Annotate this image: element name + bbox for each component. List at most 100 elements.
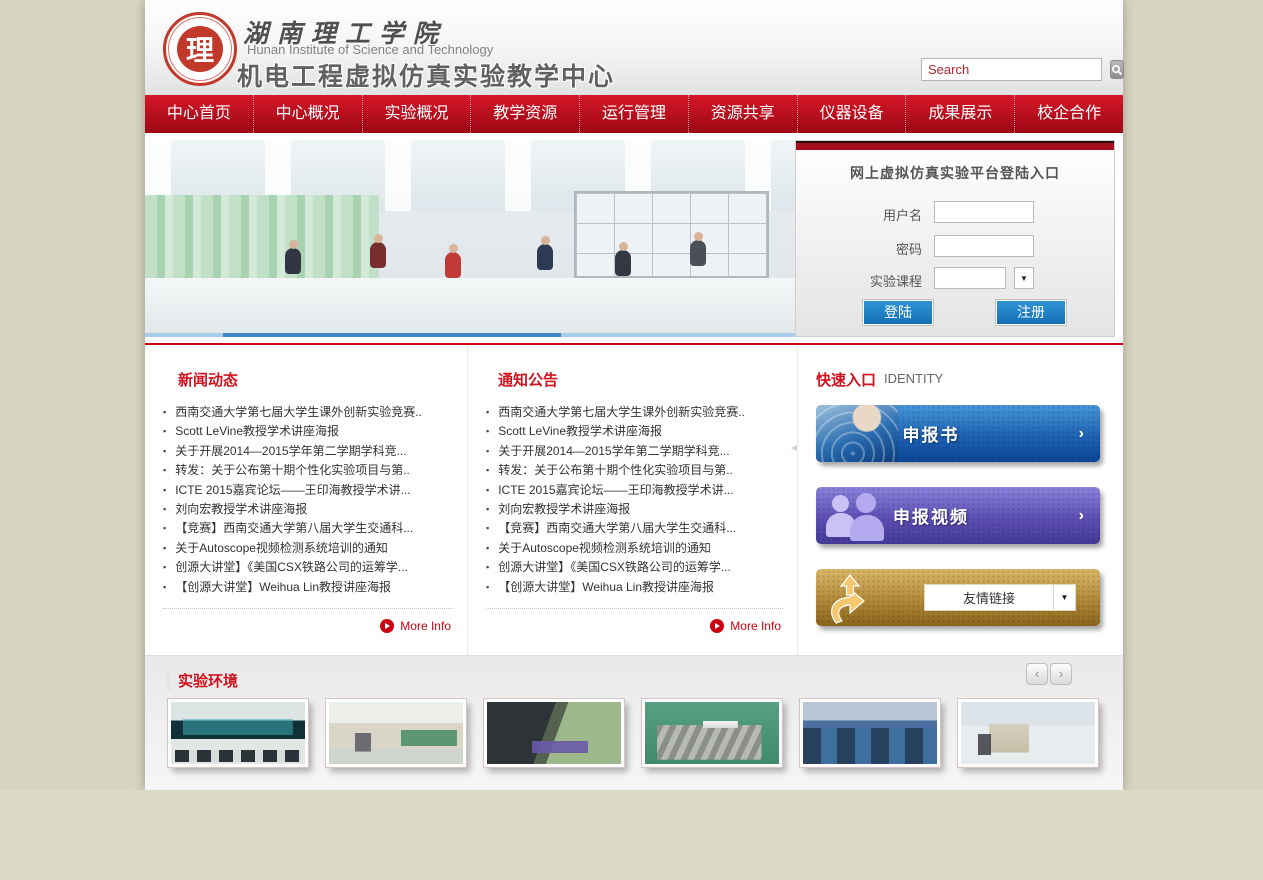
header: 理 湖南理工学院 Hunan Institute of Science and …: [145, 0, 1123, 95]
dotted-divider: [486, 608, 783, 609]
lab-cabinet-image: [574, 191, 769, 278]
news-more-link[interactable]: More Info: [380, 619, 451, 633]
notice-item[interactable]: 关于开展2014—2015学年第二学期学科竞...: [486, 442, 789, 461]
notices-section: 通知公告 西南交通大学第七届大学生课外创新实验竞赛.. Scott LeVine…: [467, 345, 797, 655]
person-figure: [690, 240, 706, 266]
person-figure: [285, 248, 301, 274]
notice-item[interactable]: ICTE 2015嘉宾论坛——王印海教授学术讲...: [486, 481, 789, 500]
more-info-label: More Info: [400, 619, 451, 633]
news-item[interactable]: 创源大讲堂】《美国CSX铁路公司的运筹学...: [163, 558, 459, 577]
lab-tables-image: [145, 278, 795, 337]
register-button[interactable]: 注册: [996, 300, 1066, 325]
play-icon: [710, 619, 724, 633]
person-figure: [370, 242, 386, 268]
nav-item-teaching-resources[interactable]: 教学资源: [470, 95, 579, 133]
gallery-photo-console-lab[interactable]: [326, 699, 466, 767]
quick-entry-title-en: IDENTITY: [884, 371, 943, 386]
play-icon: [380, 619, 394, 633]
news-item[interactable]: 【竞赛】西南交通大学第八届大学生交通科...: [163, 519, 459, 538]
notice-item[interactable]: 刘向宏教授学术讲座海报: [486, 500, 789, 519]
password-label: 密码: [796, 239, 922, 258]
course-dropdown-arrow-icon[interactable]: [1014, 267, 1034, 289]
nav-item-achievements[interactable]: 成果展示: [905, 95, 1014, 133]
news-item[interactable]: 刘向宏教授学术讲座海报: [163, 500, 459, 519]
password-field[interactable]: [934, 235, 1034, 257]
nav-item-equipment[interactable]: 仪器设备: [797, 95, 906, 133]
quick-entry-section: 快速入口 IDENTITY 申报书 › 申报视频 ›: [797, 345, 1123, 655]
news-item[interactable]: ICTE 2015嘉宾论坛——王印海教授学术讲...: [163, 481, 459, 500]
main-content: 新闻动态 西南交通大学第七届大学生课外创新实验竞赛.. Scott LeVine…: [145, 345, 1123, 655]
nav-item-experiment[interactable]: 实验概况: [362, 95, 471, 133]
news-section: 新闻动态 西南交通大学第七届大学生课外创新实验竞赛.. Scott LeVine…: [145, 345, 467, 655]
notice-item[interactable]: 西南交通大学第七届大学生课外创新实验竞赛..: [486, 403, 789, 422]
center-title: 机电工程虚拟仿真实验教学中心: [237, 57, 615, 93]
nav-item-overview[interactable]: 中心概况: [253, 95, 362, 133]
gallery-photo-computer-lab[interactable]: [800, 699, 940, 767]
notice-item[interactable]: 关于Autoscope视频检测系统培训的通知: [486, 539, 789, 558]
username-field[interactable]: [934, 201, 1034, 223]
gallery-photo-control-room[interactable]: [168, 699, 308, 767]
banner-slider-photo: [145, 140, 795, 337]
friendly-links-label: 友情链接: [925, 588, 1053, 607]
notice-item[interactable]: 【竞赛】西南交通大学第八届大学生交通科...: [486, 519, 789, 538]
gallery-prev-button[interactable]: ‹: [1026, 663, 1048, 685]
notices-list: 西南交通大学第七届大学生课外创新实验竞赛.. Scott LeVine教授学术讲…: [486, 403, 789, 597]
quick-entry-title-cn: 快速入口: [816, 369, 876, 390]
university-name-en: Hunan Institute of Science and Technolog…: [247, 42, 493, 57]
notice-item[interactable]: 转发：关于公布第十期个性化实验项目与第..: [486, 461, 789, 480]
logo-seal-icon: 理: [177, 26, 223, 72]
gallery-photo-model-railway[interactable]: [642, 699, 782, 767]
search-icon: [1111, 64, 1123, 76]
login-panel: 网上虚拟仿真实验平台登陆入口 用户名 密码 实验课程 登陆 注册: [795, 140, 1115, 337]
gallery-photo-driving-simulator[interactable]: [484, 699, 624, 767]
nav-item-resource-sharing[interactable]: 资源共享: [688, 95, 797, 133]
person-figure: [615, 250, 631, 276]
nav-item-operation[interactable]: 运行管理: [579, 95, 688, 133]
lab-environment-section: 实验环境 ‹ ›: [145, 655, 1123, 790]
nav-item-cooperation[interactable]: 校企合作: [1014, 95, 1123, 133]
news-item[interactable]: 西南交通大学第七届大学生课外创新实验竞赛..: [163, 403, 459, 422]
course-label: 实验课程: [796, 271, 922, 290]
slider-progress-fill: [223, 333, 561, 337]
news-item[interactable]: 关于Autoscope视频检测系统培训的通知: [163, 539, 459, 558]
page-container: 理 湖南理工学院 Hunan Institute of Science and …: [145, 0, 1123, 790]
dropdown-arrow-icon[interactable]: [1053, 585, 1075, 610]
friendly-links-dropdown[interactable]: 友情链接: [924, 584, 1076, 611]
login-panel-topbar: [796, 141, 1114, 150]
course-select[interactable]: [934, 267, 1006, 289]
branching-arrows-icon: [826, 573, 888, 625]
lab-environment-title: 实验环境: [167, 670, 238, 691]
footer: [0, 790, 1263, 880]
news-item[interactable]: 【创源大讲堂】Weihua Lin教授讲座海报: [163, 578, 459, 597]
search-box: [921, 58, 1102, 81]
banner-row: 网上虚拟仿真实验平台登陆入口 用户名 密码 实验课程 登陆 注册: [145, 133, 1123, 345]
notice-item[interactable]: Scott LeVine教授学术讲座海报: [486, 422, 789, 441]
login-button[interactable]: 登陆: [863, 300, 933, 325]
news-list: 西南交通大学第七届大学生课外创新实验竞赛.. Scott LeVine教授学术讲…: [163, 403, 459, 597]
person-figure: [445, 252, 461, 278]
friendly-links-banner: 友情链接: [816, 569, 1100, 626]
username-label: 用户名: [796, 205, 922, 224]
notices-title: 通知公告: [498, 369, 558, 390]
news-item[interactable]: Scott LeVine教授学术讲座海报: [163, 422, 459, 441]
search-button[interactable]: [1110, 60, 1124, 79]
dotted-divider: [163, 608, 453, 609]
gallery-next-button[interactable]: ›: [1050, 663, 1072, 685]
university-logo: 理: [163, 12, 237, 86]
more-info-label: More Info: [730, 619, 781, 633]
notice-item[interactable]: 创源大讲堂】《美国CSX铁路公司的运筹学...: [486, 558, 789, 577]
main-nav: 中心首页 中心概况 实验概况 教学资源 运行管理 资源共享 仪器设备 成果展示 …: [145, 95, 1123, 133]
nav-item-home[interactable]: 中心首页: [145, 95, 253, 133]
gallery-photo-operation-lab[interactable]: [958, 699, 1098, 767]
application-video-banner[interactable]: 申报视频 ›: [816, 487, 1100, 544]
application-form-label: 申报书: [816, 405, 1046, 462]
person-figure: [537, 244, 553, 270]
notice-item[interactable]: 【创源大讲堂】Weihua Lin教授讲座海报: [486, 578, 789, 597]
notices-more-link[interactable]: More Info: [710, 619, 781, 633]
slider-progress-track: [145, 333, 795, 337]
news-item[interactable]: 关于开展2014—2015学年第二学期学科竞...: [163, 442, 459, 461]
chevron-right-icon: ›: [1079, 507, 1084, 525]
application-form-banner[interactable]: 申报书 ›: [816, 405, 1100, 462]
search-input[interactable]: [922, 60, 1110, 79]
news-item[interactable]: 转发：关于公布第十期个性化实验项目与第..: [163, 461, 459, 480]
